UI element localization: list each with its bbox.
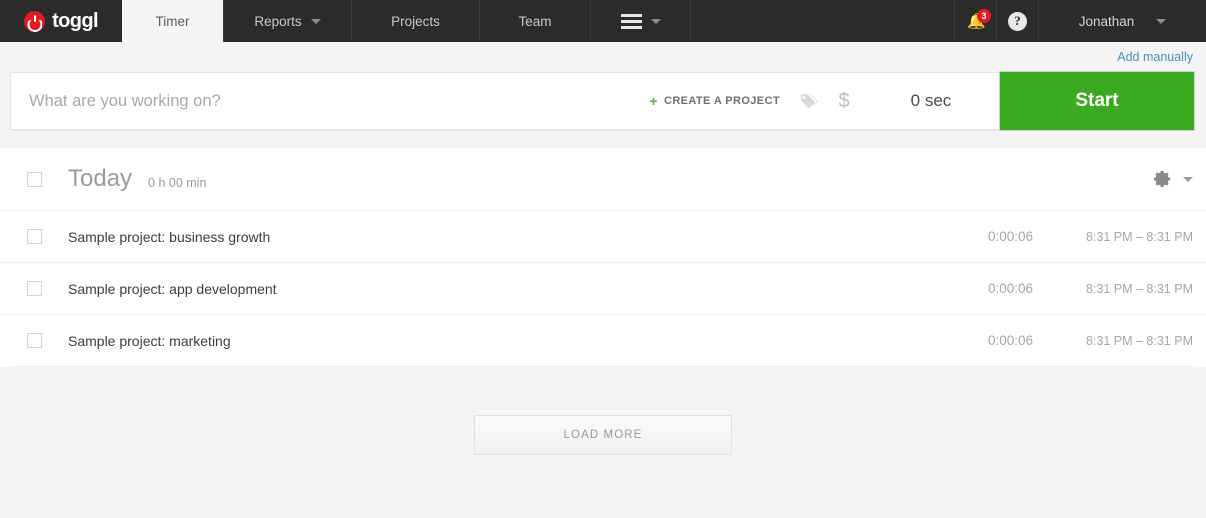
notification-badge: 3 <box>977 8 991 23</box>
day-settings-button[interactable] <box>1153 170 1193 189</box>
bell-icon: 🔔 3 <box>967 8 991 30</box>
user-name: Jonathan <box>1078 13 1135 29</box>
entry-duration[interactable]: 0:00:06 <box>923 281 1033 296</box>
day-select-all-cell <box>0 171 68 187</box>
day-title: Today <box>68 165 133 192</box>
entry-select-cell <box>0 333 68 348</box>
plus-icon: + <box>649 93 658 109</box>
load-more-section: LOAD MORE <box>0 367 1206 455</box>
timer-duration[interactable]: 0 sec <box>862 73 1000 129</box>
tag-button[interactable] <box>790 73 826 129</box>
table-row[interactable]: Sample project: marketing 0:00:06 8:31 P… <box>0 314 1206 366</box>
billable-button[interactable]: $ <box>826 73 862 129</box>
tab-reports[interactable]: Reports <box>223 0 351 42</box>
add-manually-row: Add manually <box>0 42 1206 72</box>
tab-projects[interactable]: Projects <box>351 0 479 42</box>
app-logo[interactable]: toggl <box>0 0 122 42</box>
chevron-down-icon <box>1183 176 1193 182</box>
help-button[interactable]: ? <box>996 0 1038 42</box>
entry-select-cell <box>0 229 68 244</box>
entry-title[interactable]: Sample project: marketing <box>68 333 923 349</box>
tab-team[interactable]: Team <box>479 0 590 42</box>
timer-bar: + CREATE A PROJECT $ 0 sec Start <box>10 72 1194 130</box>
load-more-button[interactable]: LOAD MORE <box>474 415 732 455</box>
chevron-down-icon <box>310 18 321 24</box>
day-total: 0 h 00 min <box>148 176 207 190</box>
tab-reports-label: Reports <box>254 13 302 29</box>
timer-panel: Add manually + CREATE A PROJECT $ 0 sec … <box>0 42 1206 148</box>
nav-spacer <box>690 0 954 42</box>
day-group-header: Today 0 h 00 min <box>0 148 1206 210</box>
timer-description-input[interactable] <box>11 73 640 129</box>
entry-select-cell <box>0 281 68 296</box>
tag-icon <box>800 94 818 109</box>
entry-checkbox[interactable] <box>26 229 42 244</box>
power-icon <box>24 10 46 32</box>
chevron-down-icon <box>650 18 661 24</box>
entry-title[interactable]: Sample project: app development <box>68 281 923 297</box>
select-all-checkbox[interactable] <box>26 171 42 187</box>
start-button[interactable]: Start <box>1000 72 1194 130</box>
gear-icon <box>1153 170 1171 187</box>
help-icon: ? <box>1008 11 1027 31</box>
entries-list: Today 0 h 00 min Sample project: busines… <box>0 148 1206 367</box>
dollar-icon: $ <box>838 89 850 112</box>
create-project-button[interactable]: + CREATE A PROJECT <box>639 73 790 129</box>
tab-timer[interactable]: Timer <box>122 0 223 42</box>
entry-time-range[interactable]: 8:31 PM – 8:31 PM <box>1033 334 1193 348</box>
entry-time-range[interactable]: 8:31 PM – 8:31 PM <box>1033 282 1193 296</box>
entry-time-range[interactable]: 8:31 PM – 8:31 PM <box>1033 230 1193 244</box>
logo-text: toggl <box>52 9 98 32</box>
tab-more-menu[interactable] <box>590 0 690 42</box>
entry-checkbox[interactable] <box>26 281 42 296</box>
tab-team-label: Team <box>518 13 552 29</box>
hamburger-icon <box>620 13 642 29</box>
table-row[interactable]: Sample project: app development 0:00:06 … <box>0 262 1206 314</box>
add-manually-link[interactable]: Add manually <box>1117 50 1193 64</box>
entry-checkbox[interactable] <box>26 333 42 348</box>
tab-projects-label: Projects <box>391 13 440 29</box>
tab-timer-label: Timer <box>155 13 190 29</box>
notifications-button[interactable]: 🔔 3 <box>954 0 996 42</box>
table-row[interactable]: Sample project: business growth 0:00:06 … <box>0 210 1206 262</box>
entry-duration[interactable]: 0:00:06 <box>923 229 1033 244</box>
entry-duration[interactable]: 0:00:06 <box>923 333 1033 348</box>
top-navigation-bar: toggl Timer Reports Projects Team 🔔 3 ? … <box>0 0 1206 42</box>
entry-title[interactable]: Sample project: business growth <box>68 229 923 245</box>
create-project-label: CREATE A PROJECT <box>663 95 780 107</box>
user-menu[interactable]: Jonathan <box>1038 0 1206 42</box>
chevron-down-icon <box>1156 18 1167 24</box>
